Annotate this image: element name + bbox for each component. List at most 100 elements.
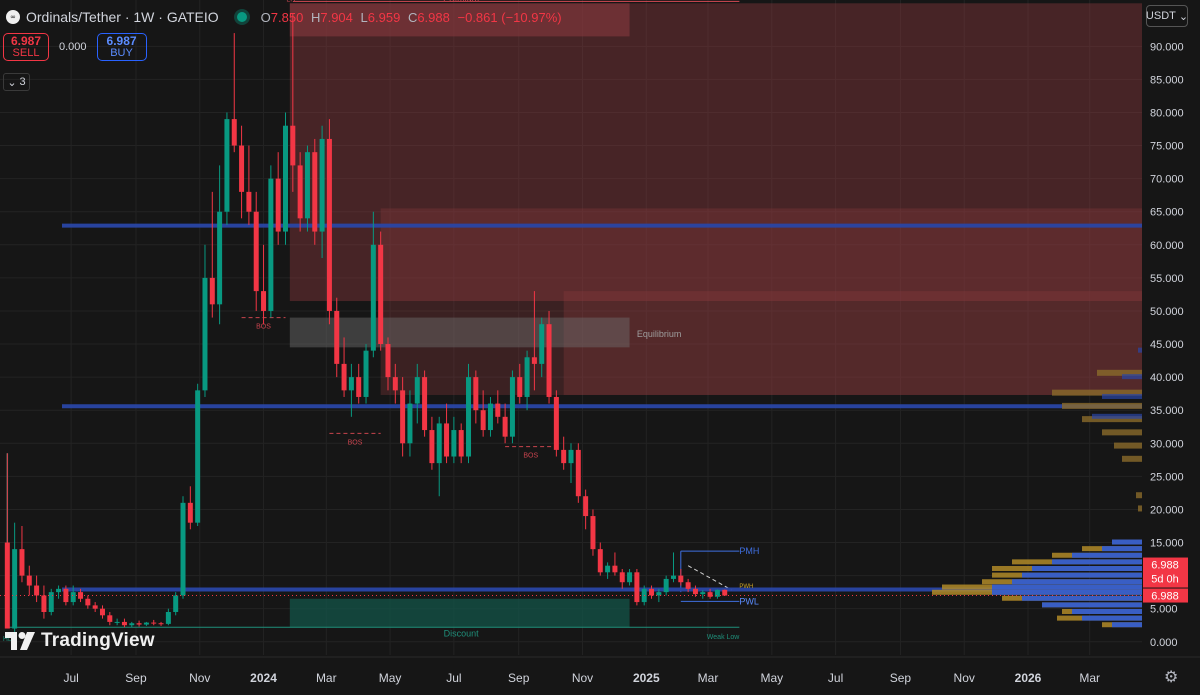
candle-body bbox=[92, 605, 98, 609]
x-tick-label: May bbox=[760, 671, 783, 685]
candle-body bbox=[173, 595, 179, 612]
candle-body bbox=[546, 324, 552, 397]
candle-body bbox=[231, 119, 237, 146]
candle-body bbox=[612, 565, 618, 573]
discount-zone bbox=[289, 598, 630, 628]
candle-body bbox=[275, 178, 281, 232]
price-chart[interactable]: BOS BOS BOS Premium Equilibrium Discount Weak … bbox=[0, 0, 1200, 695]
tradingview-mark-icon bbox=[5, 632, 35, 650]
candle-body bbox=[597, 549, 603, 573]
symbol-title[interactable]: Ordinals/Tether · 1W · GATEIO bbox=[26, 9, 219, 25]
y-tick-label: 15.000 bbox=[1150, 538, 1184, 550]
candle-body bbox=[297, 165, 303, 219]
y-tick-label: 20.000 bbox=[1150, 504, 1184, 516]
candle-body bbox=[151, 622, 157, 624]
candle-body bbox=[707, 592, 713, 597]
candle-body bbox=[495, 403, 501, 417]
y-tick-label: 40.000 bbox=[1150, 372, 1184, 384]
candle-body bbox=[85, 598, 91, 606]
premium-label: Premium bbox=[443, 0, 479, 3]
candle-body bbox=[34, 585, 40, 596]
tradingview-logo[interactable]: TradingView bbox=[5, 630, 155, 652]
y-tick-label: 55.000 bbox=[1150, 273, 1184, 285]
bos-label: BOS bbox=[348, 439, 363, 446]
candle-body bbox=[385, 344, 391, 378]
y-tick-label: 65.000 bbox=[1150, 207, 1184, 219]
candle-body bbox=[19, 549, 25, 576]
sell-price: 6.987 bbox=[10, 34, 42, 48]
high-label: H bbox=[310, 9, 321, 25]
gear-icon[interactable]: ⚙ bbox=[1164, 667, 1178, 687]
candle-body bbox=[158, 623, 164, 625]
volume-profile-bar bbox=[1138, 347, 1142, 353]
candle-body bbox=[370, 244, 376, 351]
candle-body bbox=[466, 377, 472, 457]
candle-body bbox=[678, 575, 684, 583]
candle-body bbox=[414, 377, 420, 404]
candle-body bbox=[561, 449, 567, 464]
y-tick-label: 0.000 bbox=[1150, 637, 1178, 649]
volume-profile-bar bbox=[1122, 455, 1142, 462]
candle-body bbox=[619, 572, 625, 583]
equilibrium-label: Equilibrium bbox=[637, 329, 682, 339]
change-value: −0.861 (−10.97%) bbox=[457, 9, 562, 25]
candle-body bbox=[304, 152, 310, 219]
volume-profile-bar bbox=[992, 589, 1142, 595]
y-tick-label: 75.000 bbox=[1150, 141, 1184, 153]
y-tick-label: 50.000 bbox=[1150, 306, 1184, 318]
candle-body bbox=[121, 621, 127, 626]
candle-body bbox=[517, 377, 523, 397]
weak-low-label: Weak Low bbox=[707, 634, 740, 641]
volume-profile-bar bbox=[1112, 539, 1142, 545]
candle-body bbox=[187, 502, 193, 523]
buy-button[interactable]: 6.987 BUY bbox=[96, 33, 147, 61]
candle-body bbox=[334, 310, 340, 364]
volume-profile-bar bbox=[1022, 572, 1142, 578]
candle-body bbox=[480, 410, 486, 431]
candle-body bbox=[290, 125, 296, 166]
sell-button[interactable]: 6.987 SELL bbox=[3, 33, 49, 61]
close-label: C bbox=[407, 9, 418, 25]
x-tick-label: Mar bbox=[698, 671, 719, 685]
x-tick-label: Nov bbox=[954, 671, 975, 685]
currency-label: USDT bbox=[1145, 10, 1176, 22]
pmh-label: PMH bbox=[739, 546, 759, 556]
candle-body bbox=[180, 502, 186, 596]
candle-body bbox=[239, 145, 245, 192]
candle-body bbox=[341, 363, 347, 391]
volume-profile-bar bbox=[1092, 413, 1142, 419]
spread-value: 0.000 bbox=[59, 41, 87, 53]
candle-body bbox=[451, 430, 457, 457]
y-tick-label: 25.000 bbox=[1150, 471, 1184, 483]
volume-profile-bar bbox=[1042, 602, 1142, 608]
y-tick-label: 35.000 bbox=[1150, 405, 1184, 417]
candle-body bbox=[700, 592, 706, 595]
open-value: 7.850 bbox=[270, 9, 304, 25]
candle-body bbox=[246, 191, 252, 212]
candle-body bbox=[458, 430, 464, 457]
candle-body bbox=[253, 211, 259, 292]
candle-body bbox=[326, 138, 332, 311]
candle-body bbox=[509, 377, 515, 437]
x-tick-label: Mar bbox=[316, 671, 337, 685]
candle-body bbox=[165, 611, 171, 624]
indicators-toggle[interactable]: ⌄ 3 bbox=[3, 73, 30, 91]
volume-profile-bar bbox=[1072, 552, 1142, 558]
y-tick-label: 30.000 bbox=[1150, 438, 1184, 450]
candle-body bbox=[692, 588, 698, 595]
candle-body bbox=[224, 119, 230, 212]
ohlc-values: O7.850 H7.904 L6.959 C6.988 −0.861 (−10.… bbox=[261, 10, 566, 25]
volume-profile-bar bbox=[1082, 615, 1142, 621]
candle-body bbox=[268, 178, 274, 311]
candle-body bbox=[312, 152, 318, 232]
candle-body bbox=[319, 138, 325, 232]
currency-select[interactable]: USDT ⌄ bbox=[1146, 5, 1188, 27]
volume-profile-bar bbox=[1114, 442, 1142, 449]
y-tick-label: 5.000 bbox=[1150, 604, 1178, 616]
candle-body bbox=[634, 572, 640, 603]
candle-body bbox=[436, 423, 442, 464]
candle-body bbox=[378, 244, 384, 345]
volume-profile-bar bbox=[1012, 579, 1142, 585]
x-tick-label: Sep bbox=[890, 671, 912, 685]
low-value: 6.959 bbox=[367, 9, 401, 25]
